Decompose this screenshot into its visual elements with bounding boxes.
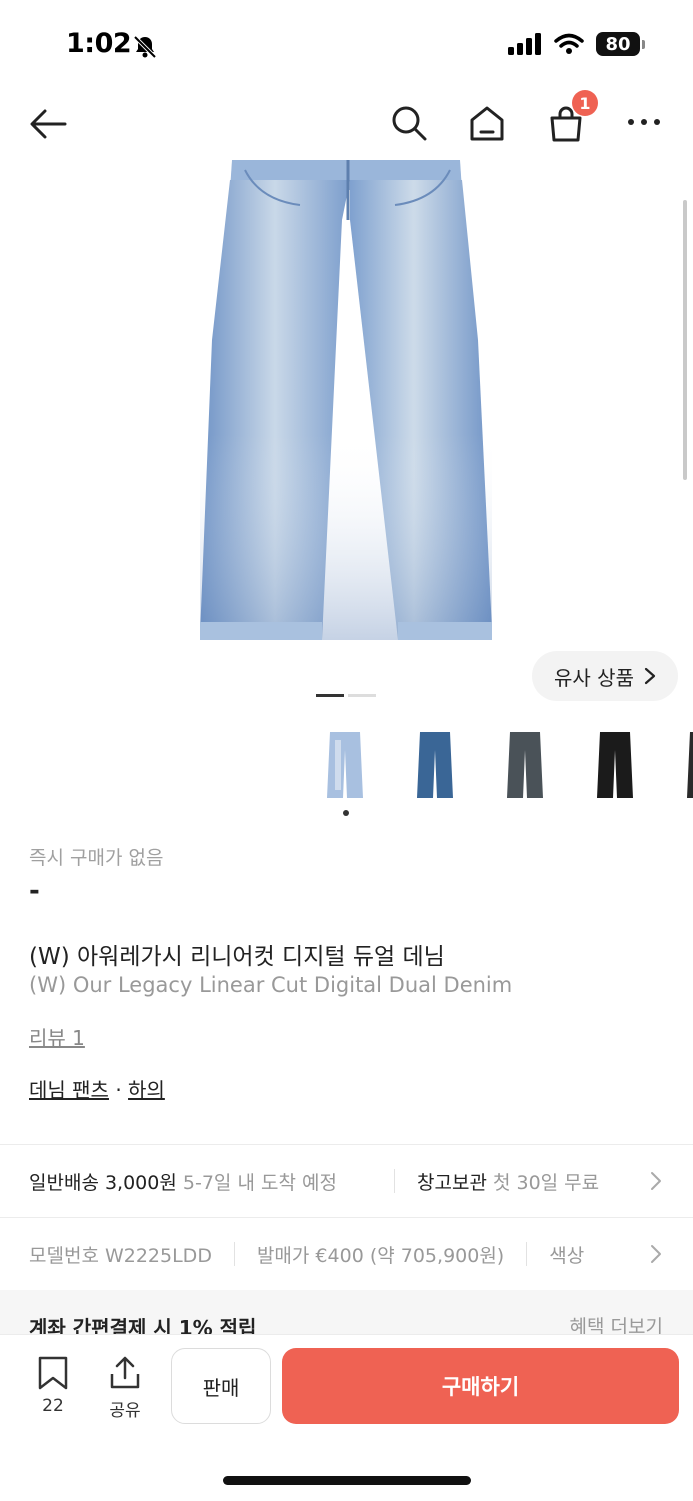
scrollbar[interactable] (683, 200, 687, 480)
thumbnail-selected-indicator (343, 810, 349, 816)
more-options-icon[interactable] (624, 110, 664, 134)
battery-tip (642, 39, 645, 49)
wifi-icon (554, 33, 584, 54)
bookmark-icon (38, 1356, 68, 1390)
review-link[interactable]: 리뷰 1 (29, 1022, 85, 1051)
buy-button[interactable]: 구매하기 (282, 1348, 679, 1424)
thumbnail-grey-wash[interactable] (480, 725, 570, 805)
share-button[interactable]: 공유 (100, 1356, 150, 1421)
chevron-right-icon[interactable] (650, 1171, 662, 1195)
status-indicators: 80 (508, 32, 645, 56)
thumbnail-black[interactable] (570, 725, 660, 805)
variant-thumbnails[interactable] (300, 725, 693, 805)
product-title-english: (W) Our Legacy Linear Cut Digital Dual D… (29, 973, 513, 997)
thumbnail-dark[interactable] (660, 725, 693, 805)
pagination-dot-active (316, 694, 344, 697)
thumbnail-mid-wash[interactable] (390, 725, 480, 805)
share-icon (110, 1356, 140, 1389)
bookmark-button[interactable]: 22 (28, 1356, 78, 1416)
share-label: 공유 (109, 1401, 141, 1421)
cellular-signal-icon (508, 33, 541, 55)
warehouse-storage[interactable]: 창고보관 첫 30일 무료 (395, 1168, 599, 1195)
back-arrow-icon[interactable] (28, 104, 68, 144)
spec-row[interactable]: 모델번호 W2225LDD 발매가 €400 (약 705,900원) 색상 (0, 1218, 693, 1290)
color-spec: 색상 (549, 1244, 585, 1267)
instant-buy-label: 즉시 구매가 없음 (29, 847, 164, 869)
normal-shipping: 일반배송 3,000원 5-7일 내 도착 예정 (0, 1168, 394, 1195)
normal-shipping-label: 일반배송 3,000원 (29, 1171, 177, 1194)
benefit-banner[interactable]: 계좌 간편결제 시 1% 적립 혜택 더보기 (0, 1290, 693, 1334)
category-link-denim-pants[interactable]: 데님 팬츠 (29, 1078, 109, 1102)
sell-button[interactable]: 판매 (171, 1348, 271, 1424)
home-indicator[interactable] (223, 1476, 471, 1485)
home-icon[interactable] (466, 102, 508, 144)
shipping-row[interactable]: 일반배송 3,000원 5-7일 내 도착 예정 창고보관 첫 30일 무료 (0, 1145, 693, 1217)
similar-products-label: 유사 상품 (554, 665, 634, 690)
model-number: 모델번호 W2225LDD (29, 1244, 212, 1267)
benefit-more-link[interactable]: 혜택 더보기 (570, 1312, 663, 1334)
warehouse-label: 창고보관 (417, 1171, 487, 1194)
search-icon[interactable] (388, 102, 430, 144)
battery-level: 80 (596, 32, 640, 56)
normal-shipping-eta: 5-7일 내 도착 예정 (182, 1171, 337, 1194)
shopping-bag-icon[interactable]: 1 (546, 90, 598, 144)
bookmark-count: 22 (42, 1396, 64, 1416)
image-pagination (316, 694, 376, 697)
price: - (29, 876, 40, 906)
product-image[interactable] (0, 160, 693, 660)
category-breadcrumb: 데님 팬츠 · 하의 (29, 1074, 165, 1103)
category-separator: · (115, 1078, 122, 1102)
cart-badge: 1 (572, 90, 598, 116)
benefit-label: 계좌 간편결제 시 1% 적립 (29, 1316, 257, 1334)
chevron-right-icon (644, 667, 656, 685)
similar-products-button[interactable]: 유사 상품 (532, 651, 678, 701)
thumbnail-light-wash[interactable] (300, 725, 390, 805)
release-price: 발매가 €400 (약 705,900원) (256, 1244, 505, 1267)
chevron-right-icon[interactable] (650, 1244, 662, 1268)
warehouse-note: 첫 30일 무료 (492, 1171, 600, 1194)
status-time: 1:02 (66, 28, 132, 59)
category-link-bottoms[interactable]: 하의 (128, 1078, 165, 1102)
product-title-korean: (W) 아워레가시 리니어컷 디지털 듀얼 데님 (29, 944, 445, 970)
pagination-dot (348, 694, 376, 697)
silent-bell-icon (132, 34, 158, 64)
